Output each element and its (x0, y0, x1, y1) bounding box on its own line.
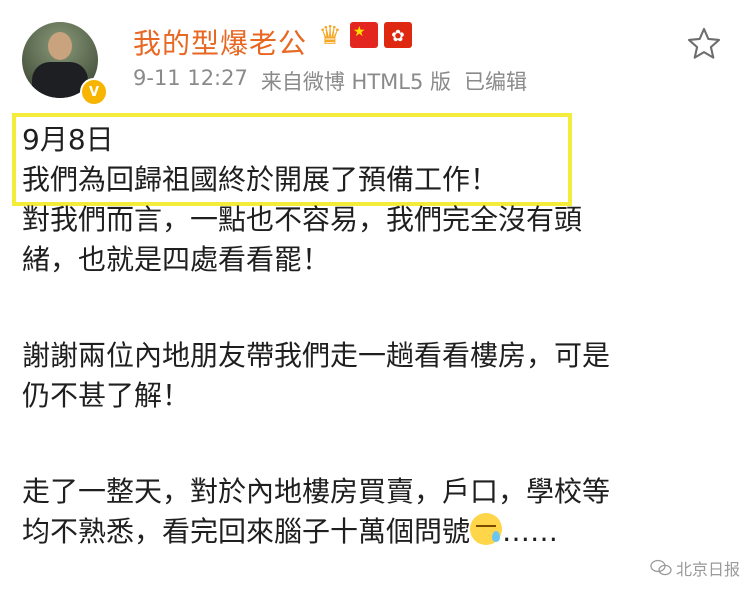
hong-kong-flag-icon: ✿ (384, 22, 412, 48)
post-text-line: 仍不甚了解！ (22, 379, 191, 412)
edited-label[interactable]: 已编辑 (464, 66, 527, 96)
post-text: 均不熟悉，看完回來腦子十萬個問號 (22, 515, 471, 548)
verified-badge-icon: V (80, 78, 108, 106)
user-badges: ♛ ★ ✿ (316, 21, 412, 51)
avatar-head (48, 32, 72, 60)
post-text-line: 緒，也就是四處看看罷！ (22, 243, 331, 276)
crown-icon[interactable]: ♛ (316, 21, 344, 51)
post-timestamp[interactable]: 9-11 12:27 (133, 66, 248, 96)
post-headline: 我們為回歸祖國終於開展了預備工作！ (22, 163, 499, 196)
post-text-line-last: 均不熟悉，看完回來腦子十萬個問號 …… (22, 512, 722, 552)
favorite-star-icon[interactable] (686, 26, 722, 62)
post-date-line: 9月8日 (22, 123, 114, 156)
china-flag-icon: ★ (350, 22, 378, 48)
watermark-text: 北京日报 (676, 560, 741, 579)
username-link[interactable]: 我的型爆老公 (133, 22, 307, 62)
watermark: 北京日报 (650, 556, 740, 580)
post-text-line: 走了一整天，對於內地樓房買賣，戶口，學校等 (22, 475, 611, 508)
post-text-line: 對我們而言，一點也不容易，我們完全沒有頭 (22, 203, 583, 236)
wechat-icon (650, 559, 672, 576)
post-body: 9月8日 我們為回歸祖國終於開展了預備工作！ 對我們而言，一點也不容易，我們完全… (22, 120, 722, 552)
post-source: 来自微博 HTML5 版 (260, 70, 452, 94)
post-text-line: 謝謝兩位內地朋友帶我們走一趟看看樓房，可是 (22, 339, 611, 372)
sweat-emoji-icon (470, 513, 503, 545)
post-ellipsis: …… (502, 515, 559, 548)
post-meta: 9-11 12:27 来自微博 HTML5 版 已编辑 (133, 66, 527, 96)
